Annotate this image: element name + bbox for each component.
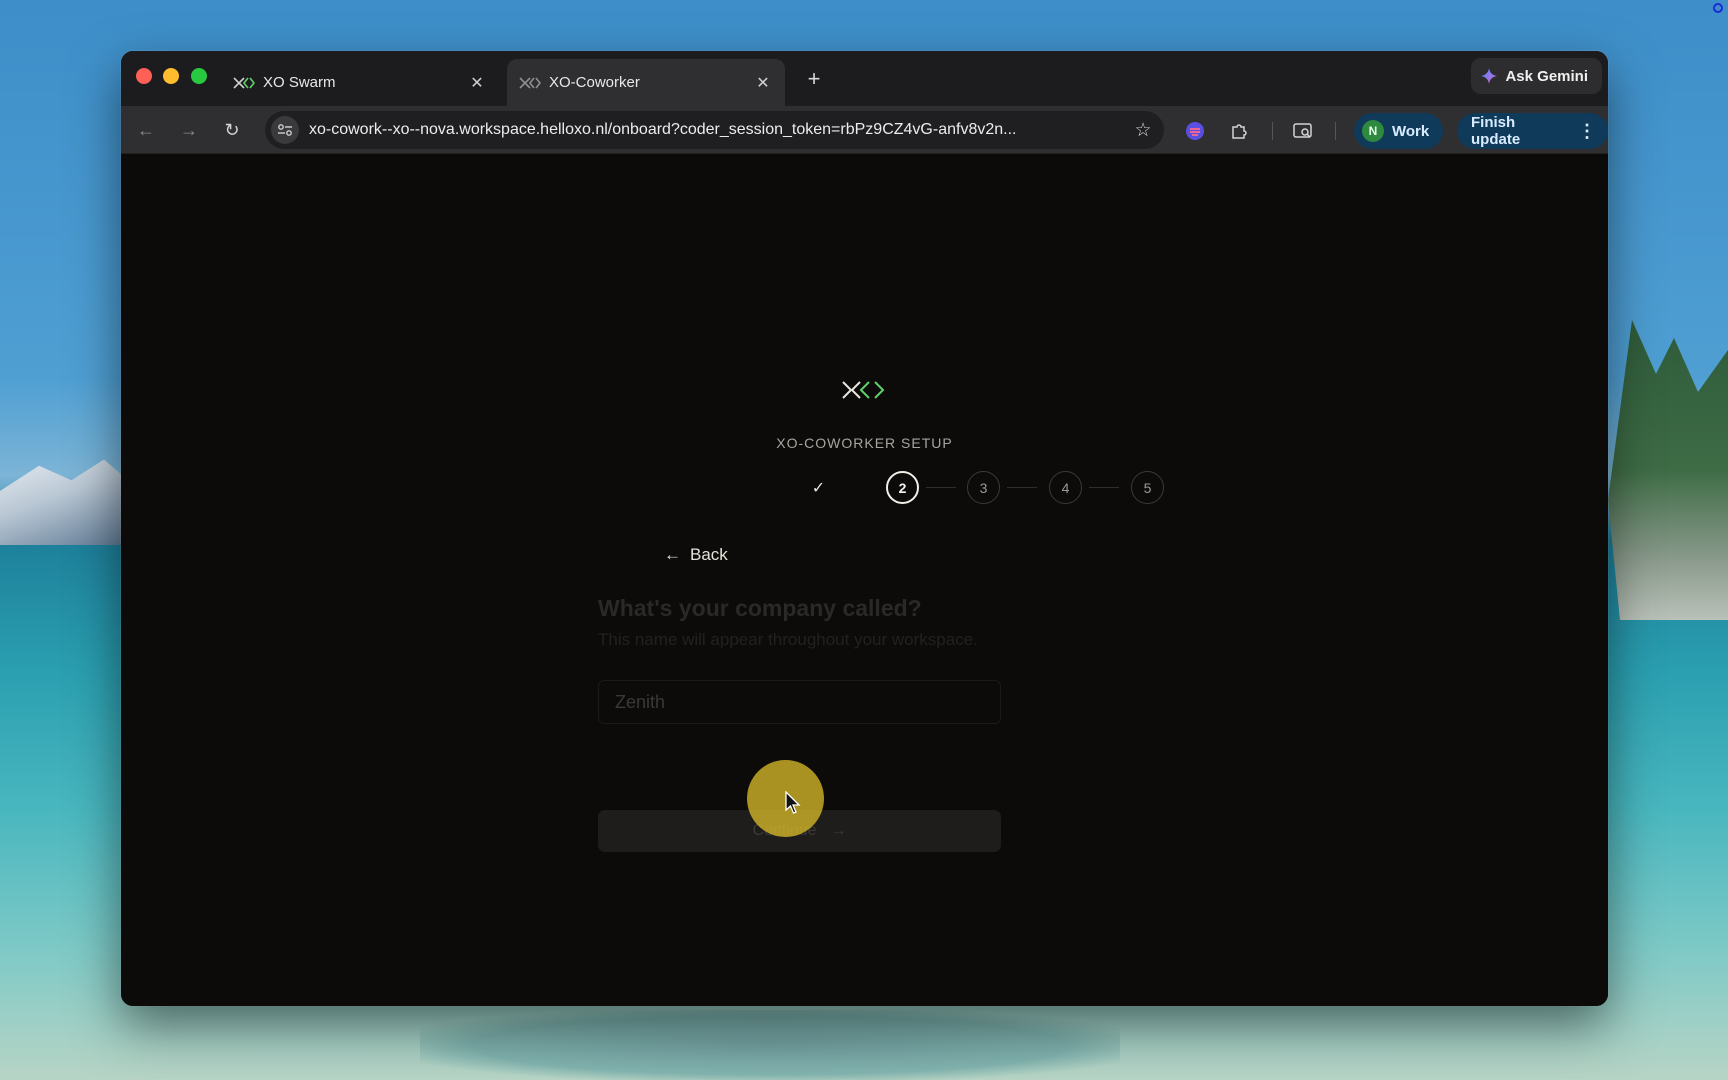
step-3: 3 <box>967 471 1000 504</box>
xo-logo-icon <box>842 381 885 399</box>
wallpaper-mountains <box>0 459 130 545</box>
finish-update-label: Finish update <box>1471 114 1521 148</box>
back-button[interactable]: ← Back <box>664 545 728 565</box>
question-heading: What's your company called? <box>598 595 922 621</box>
tab-xo-swarm[interactable]: XO Swarm ✕ <box>221 59 499 106</box>
url-text[interactable]: xo-cowork--xo--nova.workspace.helloxo.nl… <box>309 121 1132 139</box>
browser-toolbar: ← → ↻ xo-cowork--xo--nova.workspace.hell… <box>121 106 1608 154</box>
gemini-sparkle-icon <box>1481 68 1498 84</box>
forward-arrow-icon[interactable]: → <box>177 118 201 142</box>
more-vertical-icon[interactable]: ⋮ <box>1578 121 1596 142</box>
step-4: 4 <box>1049 471 1082 504</box>
question-subtitle: This name will appear throughout your wo… <box>598 630 978 649</box>
tab-xo-coworker[interactable]: XO-Coworker ✕ <box>507 59 785 106</box>
xo-favicon-icon <box>519 76 541 90</box>
page-content: XO-COWORKER SETUP ✓ 2 3 4 5 ← Back What'… <box>121 154 1608 1006</box>
close-window-button[interactable] <box>136 68 152 84</box>
back-arrow-icon[interactable]: ← <box>134 118 158 142</box>
extension-logo-icon[interactable] <box>1183 119 1207 143</box>
browser-window: XO Swarm ✕ XO-Coworker ✕ + Ask Gemini ← … <box>121 51 1608 1006</box>
step-connector <box>926 487 956 488</box>
minimize-window-button[interactable] <box>163 68 179 84</box>
mouse-cursor-icon <box>785 791 801 814</box>
step-current: 2 <box>886 471 919 504</box>
maximize-window-button[interactable] <box>191 68 207 84</box>
arrow-right-icon: → <box>830 822 847 839</box>
finish-update-button[interactable]: Finish update ⋮ <box>1457 113 1608 149</box>
extensions-puzzle-icon[interactable] <box>1227 119 1251 143</box>
reload-icon[interactable]: ↻ <box>220 118 244 142</box>
xo-favicon-icon <box>233 76 255 90</box>
step-connector <box>1089 487 1119 488</box>
desktop-indicator-icon <box>1713 3 1723 13</box>
ask-gemini-label: Ask Gemini <box>1505 67 1588 85</box>
address-bar[interactable]: xo-cowork--xo--nova.workspace.helloxo.nl… <box>265 111 1164 149</box>
tab-title: XO-Coworker <box>549 74 640 91</box>
setup-stepper: ✓ 2 3 4 5 <box>681 470 1164 506</box>
profile-label: Work <box>1392 122 1430 140</box>
toolbar-divider <box>1272 122 1273 140</box>
bookmark-star-icon[interactable]: ☆ <box>1132 119 1154 141</box>
avatar: N <box>1362 120 1384 142</box>
tab-title: XO Swarm <box>263 74 336 91</box>
plus-icon[interactable]: + <box>801 66 827 92</box>
step-complete-check-icon[interactable]: ✓ <box>802 471 835 504</box>
toolbar-divider <box>1335 122 1336 140</box>
setup-title: XO-COWORKER SETUP <box>776 435 953 451</box>
ask-gemini-button[interactable]: Ask Gemini <box>1471 58 1602 94</box>
arrow-left-icon: ← <box>664 545 681 564</box>
tab-search-icon[interactable] <box>1291 119 1315 143</box>
tab-strip: XO Swarm ✕ XO-Coworker ✕ + Ask Gemini <box>121 51 1608 106</box>
step-5: 5 <box>1131 471 1164 504</box>
site-settings-icon[interactable] <box>271 116 299 144</box>
wallpaper-rocks <box>420 1010 1120 1080</box>
wallpaper-trees <box>1608 320 1728 620</box>
back-label: Back <box>690 545 728 564</box>
step-connector <box>1007 487 1037 488</box>
company-name-input[interactable] <box>598 680 1001 724</box>
close-icon[interactable]: ✕ <box>753 73 773 93</box>
profile-button[interactable]: N Work <box>1354 113 1444 149</box>
close-icon[interactable]: ✕ <box>467 73 487 93</box>
